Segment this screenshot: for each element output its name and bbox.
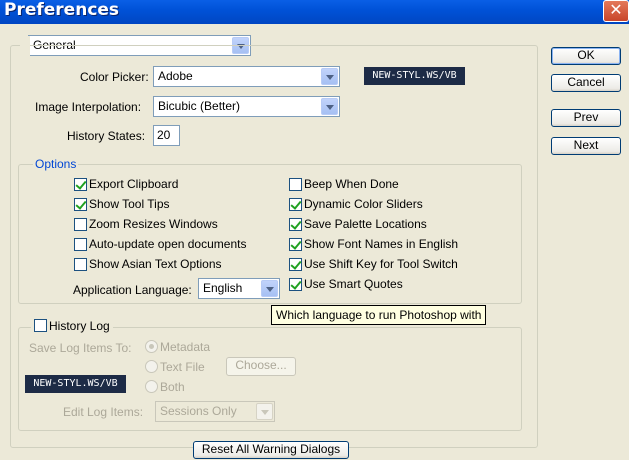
color-picker-select[interactable]: Adobe [153, 66, 340, 87]
close-icon[interactable]: ✕ [603, 0, 629, 22]
smart-quotes-checkbox[interactable] [289, 278, 302, 291]
interpolation-label: Image Interpolation: [35, 100, 142, 114]
chevron-down-icon[interactable] [321, 98, 338, 115]
app-language-label: Application Language: [73, 283, 192, 297]
beep-label: Beep When Done [304, 177, 399, 191]
color-picker-value: Adobe [158, 69, 193, 83]
cancel-button[interactable]: Cancel [551, 74, 621, 92]
shift-key-label: Use Shift Key for Tool Switch [304, 257, 458, 271]
beep-checkbox[interactable] [289, 178, 302, 191]
export-clipboard-label: Export Clipboard [89, 177, 179, 191]
history-log-label: History Log [49, 319, 110, 333]
both-radio[interactable] [145, 380, 158, 393]
shift-key-checkbox[interactable] [289, 258, 302, 271]
text-file-label: Text File [160, 360, 205, 374]
window-title: Preferences [4, 0, 120, 20]
ok-button[interactable]: OK [551, 47, 621, 65]
dynamic-sliders-label: Dynamic Color Sliders [304, 197, 423, 211]
font-names-checkbox[interactable] [289, 238, 302, 251]
history-states-label: History States: [67, 129, 146, 143]
app-language-select[interactable]: English [198, 278, 280, 299]
auto-update-label: Auto-update open documents [89, 237, 247, 251]
edit-log-value: Sessions Only [160, 404, 237, 418]
metadata-label: Metadata [160, 340, 211, 354]
history-states-input[interactable]: 20 [153, 125, 180, 146]
chevron-down-icon[interactable] [261, 280, 278, 297]
show-tool-tips-checkbox[interactable] [74, 198, 87, 211]
dynamic-sliders-checkbox[interactable] [289, 198, 302, 211]
auto-update-checkbox[interactable] [74, 238, 87, 251]
title-bar: Preferences ✕ [0, 0, 629, 24]
choose-button[interactable]: Choose... [226, 357, 296, 376]
save-palette-checkbox[interactable] [289, 218, 302, 231]
chevron-down-icon[interactable] [256, 403, 273, 420]
show-tool-tips-label: Show Tool Tips [89, 197, 170, 211]
zoom-resizes-label: Zoom Resizes Windows [89, 217, 218, 231]
history-log-checkbox[interactable] [34, 319, 47, 332]
edit-log-label: Edit Log Items: [63, 405, 144, 419]
zoom-resizes-checkbox[interactable] [74, 218, 87, 231]
interpolation-select[interactable]: Bicubic (Better) [153, 96, 340, 117]
save-palette-label: Save Palette Locations [304, 217, 427, 231]
watermark-badge: NEW-STYL.WS/VB [364, 67, 465, 85]
language-tooltip: Which language to run Photoshop with [271, 305, 487, 325]
history-log-legend: History Log [31, 319, 113, 335]
chevron-down-icon[interactable] [321, 68, 338, 85]
next-button[interactable]: Next [551, 137, 621, 155]
watermark-badge: NEW-STYL.WS/VB [25, 375, 126, 393]
asian-text-checkbox[interactable] [74, 258, 87, 271]
interpolation-value: Bicubic (Better) [158, 99, 241, 113]
asian-text-label: Show Asian Text Options [89, 257, 222, 271]
font-names-label: Show Font Names in English [304, 237, 459, 251]
app-language-value: English [203, 281, 243, 295]
metadata-radio[interactable] [145, 340, 158, 353]
edit-log-select[interactable]: Sessions Only [155, 401, 275, 422]
smart-quotes-label: Use Smart Quotes [304, 277, 403, 291]
options-legend: Options [33, 157, 79, 171]
prev-button[interactable]: Prev [551, 109, 621, 127]
reset-warnings-button[interactable]: Reset All Warning Dialogs [193, 441, 349, 459]
export-clipboard-checkbox[interactable] [74, 178, 87, 191]
save-log-label: Save Log Items To: [29, 341, 132, 355]
both-label: Both [160, 380, 185, 394]
panel-gap [20, 36, 30, 56]
text-file-radio[interactable] [145, 360, 158, 373]
color-picker-label: Color Picker: [80, 70, 149, 84]
